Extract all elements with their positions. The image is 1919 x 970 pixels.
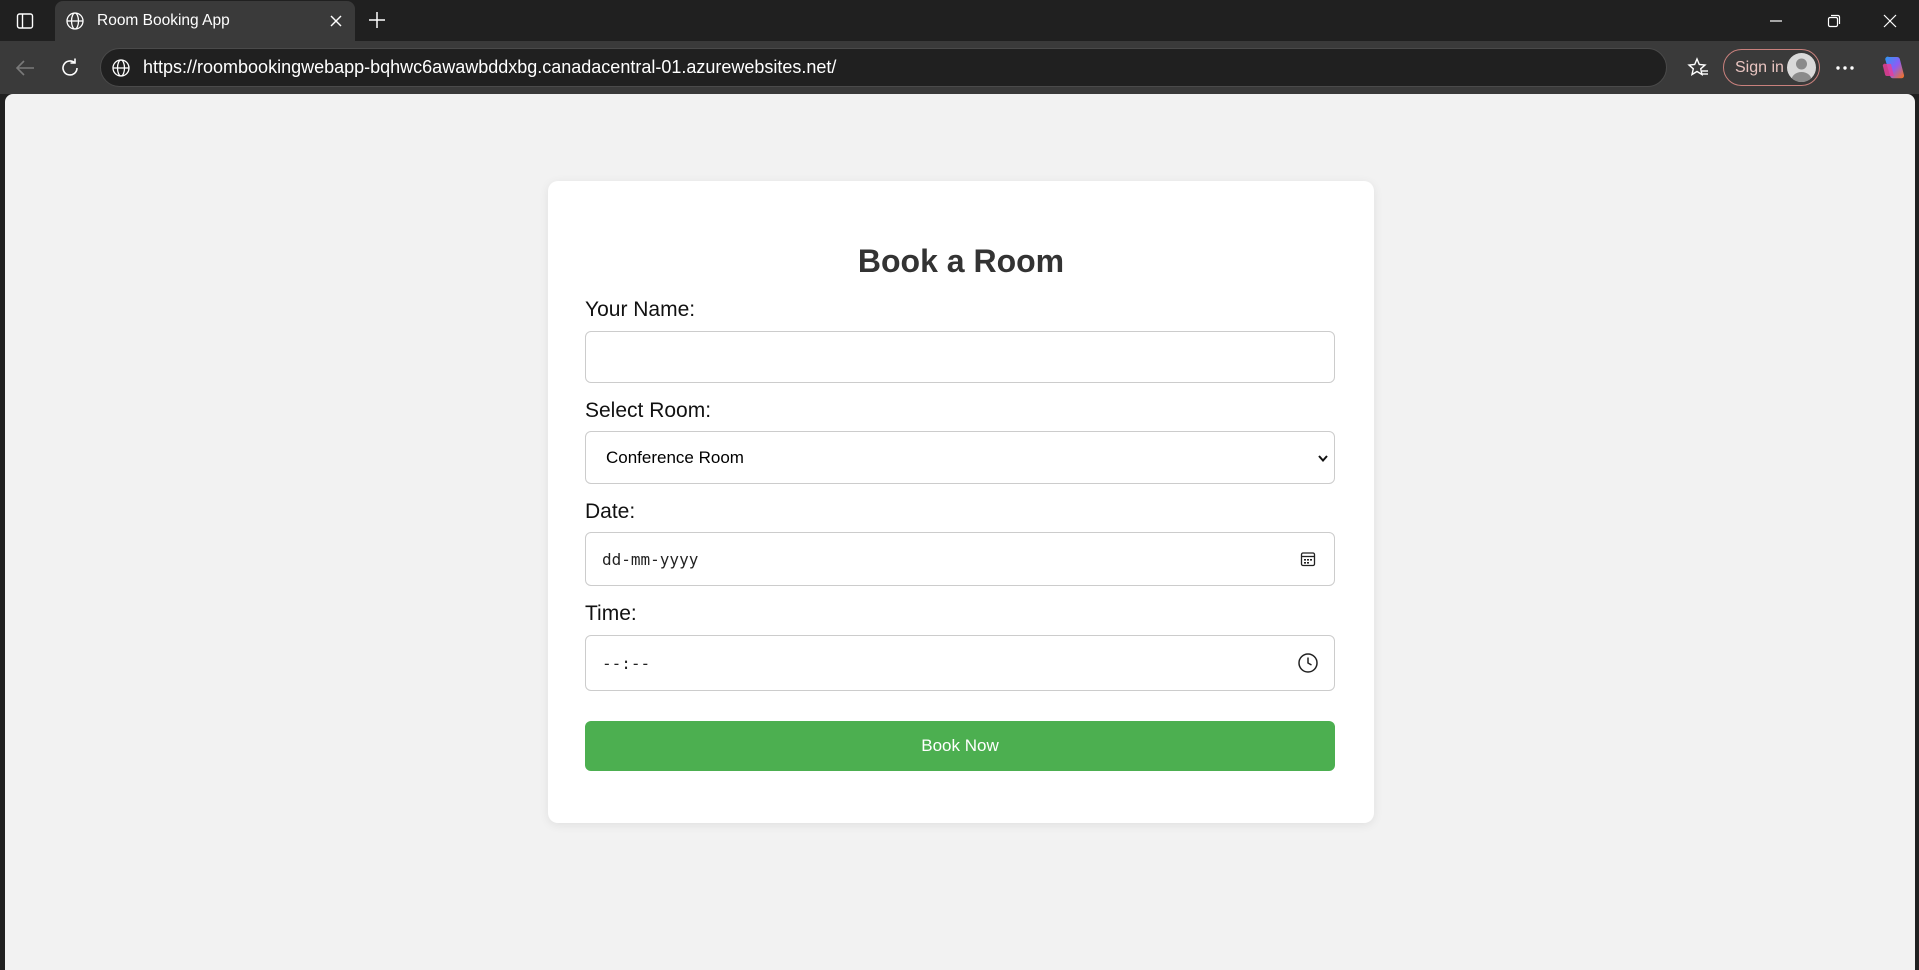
address-bar[interactable]: https://roombookingwebapp-bqhwc6awawbddx… <box>100 48 1667 87</box>
date-label: Date: <box>585 500 636 523</box>
refresh-icon <box>62 58 78 76</box>
sidebar-toggle-button[interactable] <box>0 0 50 41</box>
page-title: Book a Room <box>857 243 1065 279</box>
close-icon <box>1883 14 1897 27</box>
copilot-button[interactable] <box>1878 52 1910 84</box>
new-tab-button[interactable] <box>362 5 392 35</box>
copilot-icon <box>1882 56 1905 79</box>
browser-toolbar: https://roombookingwebapp-bqhwc6awawbddx… <box>0 41 1919 94</box>
date-input[interactable]: dd-mm-yyyy <box>585 532 1335 586</box>
room-label: Select Room: <box>585 399 712 422</box>
back-icon <box>15 60 34 76</box>
sign-in-button[interactable]: Sign in <box>1723 49 1820 86</box>
tab-title: Room Booking App <box>97 12 230 29</box>
close-window-button[interactable] <box>1861 0 1919 41</box>
book-now-button[interactable]: Book Now <box>585 721 1335 771</box>
back-button[interactable] <box>9 52 41 84</box>
tab-bar: Room Booking App <box>0 0 1919 41</box>
more-button[interactable] <box>1829 52 1861 84</box>
clock-icon[interactable] <box>1297 652 1319 674</box>
time-placeholder: --:-- <box>602 653 651 673</box>
sign-in-label: Sign in <box>1735 58 1784 76</box>
avatar <box>1787 53 1816 82</box>
more-icon <box>1836 66 1854 70</box>
close-tab-button[interactable] <box>321 6 351 36</box>
time-label: Time: <box>585 602 637 625</box>
close-icon <box>330 15 342 27</box>
minimize-button[interactable] <box>1747 0 1805 41</box>
refresh-button[interactable] <box>54 52 86 84</box>
room-select[interactable]: Conference Room <box>585 431 1335 484</box>
room-select-value: Conference Room <box>606 447 744 467</box>
restore-button[interactable] <box>1805 0 1863 41</box>
name-label: Your Name: <box>585 298 696 321</box>
globe-icon <box>66 12 84 30</box>
name-input[interactable] <box>585 331 1335 383</box>
calendar-icon[interactable] <box>1300 551 1316 567</box>
chevron-down-icon <box>1318 454 1328 462</box>
favorites-button[interactable] <box>1682 52 1714 84</box>
minimize-icon <box>1770 19 1782 22</box>
date-placeholder: dd-mm-yyyy <box>602 549 699 569</box>
booking-form-card: Book a Room Your Name: Select Room: Conf… <box>548 181 1374 823</box>
active-tab[interactable]: Room Booking App <box>55 1 355 41</box>
restore-icon <box>1827 14 1841 27</box>
page-viewport: Book a Room Your Name: Select Room: Conf… <box>5 94 1915 970</box>
time-input[interactable]: --:-- <box>585 635 1335 691</box>
favorites-icon <box>1687 57 1708 76</box>
plus-icon <box>369 12 385 28</box>
sidebar-icon <box>16 12 34 29</box>
url-text: https://roombookingwebapp-bqhwc6awawbddx… <box>143 57 837 77</box>
site-info-icon[interactable] <box>111 58 131 78</box>
